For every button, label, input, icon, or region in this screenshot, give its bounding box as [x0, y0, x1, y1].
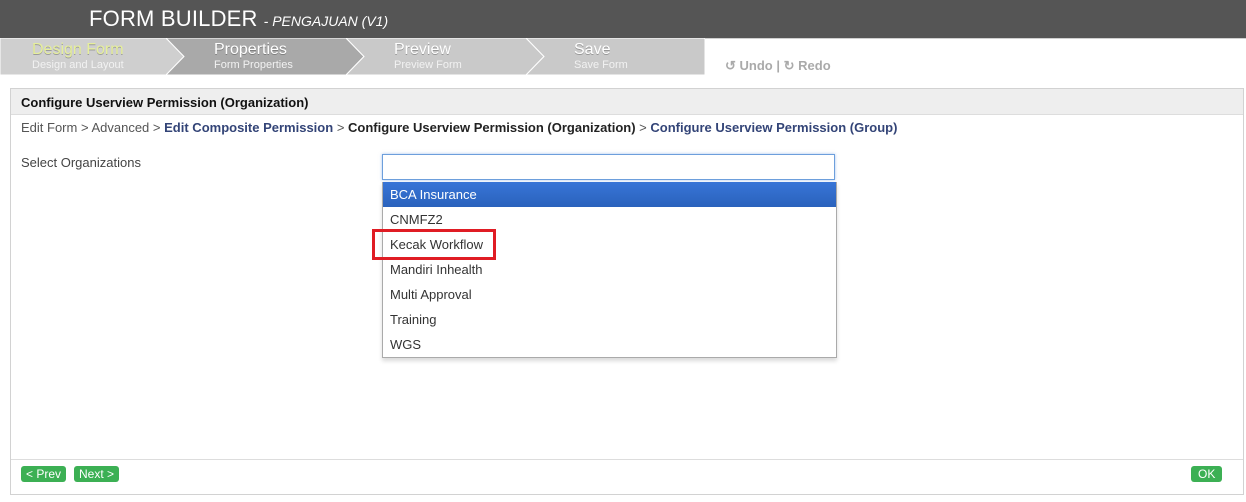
redo-icon: ↻: [783, 58, 795, 73]
select-organizations-label: Select Organizations: [21, 155, 141, 170]
breadcrumb-separator: >: [639, 120, 647, 135]
app-title: FORM BUILDER - PENGAJUAN (V1): [89, 6, 388, 32]
breadcrumb-separator: >: [152, 120, 161, 135]
undo-redo-area: ↺ Undo | ↻ Redo: [705, 38, 1246, 76]
step-properties[interactable]: Properties Form Properties: [166, 38, 366, 75]
redo-label: Redo: [798, 58, 831, 73]
undo-icon: ↺: [725, 58, 736, 73]
step-preview[interactable]: Preview Preview Form: [346, 38, 546, 75]
breadcrumb-edit-composite-permission[interactable]: Edit Composite Permission: [164, 120, 333, 135]
option-multi-approval[interactable]: Multi Approval: [383, 282, 836, 307]
breadcrumb: Edit Form > Advanced > Edit Composite Pe…: [21, 120, 897, 135]
undo-label: Undo: [739, 58, 773, 73]
panel-header: Configure Userview Permission (Organizat…: [11, 89, 1243, 115]
panel-title: Configure Userview Permission (Organizat…: [21, 95, 309, 110]
option-training[interactable]: Training: [383, 307, 836, 332]
step-save[interactable]: Save Save Form: [526, 38, 705, 75]
app-subtitle: - PENGAJUAN (V1): [263, 13, 389, 29]
option-mandiri-inhealth[interactable]: Mandiri Inhealth: [383, 257, 836, 282]
prev-button[interactable]: < Prev: [21, 466, 67, 482]
organization-search-input[interactable]: [382, 154, 835, 180]
permission-panel: Configure Userview Permission (Organizat…: [10, 88, 1244, 495]
breadcrumb-configure-group[interactable]: Configure Userview Permission (Group): [650, 120, 897, 135]
step-design-form-sub: Design and Layout: [32, 59, 124, 71]
organization-dropdown[interactable]: BCA Insurance CNMFZ2 Kecak Workflow Mand…: [382, 182, 837, 358]
step-preview-label: Preview: [394, 41, 451, 58]
undo-redo-toolbar: ↺ Undo | ↻ Redo: [725, 58, 831, 74]
breadcrumb-separator: >: [80, 120, 89, 135]
next-button[interactable]: Next >: [74, 466, 120, 482]
breadcrumb-edit-form[interactable]: Edit Form: [21, 120, 77, 135]
wizard-steps: Design Form Design and Layout Properties…: [0, 38, 705, 75]
undo-redo-separator: |: [776, 58, 781, 73]
step-design-form-label: Design Form: [32, 41, 124, 58]
step-save-sub: Save Form: [574, 59, 628, 71]
redo-button[interactable]: ↻ Redo: [784, 58, 831, 73]
breadcrumb-advanced[interactable]: Advanced: [91, 120, 149, 135]
step-design-form[interactable]: Design Form Design and Layout: [0, 38, 185, 75]
highlight-annotation-box: [372, 229, 496, 260]
panel-footer: < Prev Next > OK: [11, 459, 1243, 495]
step-save-label: Save: [574, 41, 611, 58]
breadcrumb-separator: >: [336, 120, 345, 135]
option-wgs[interactable]: WGS: [383, 332, 836, 357]
option-bca-insurance[interactable]: BCA Insurance: [383, 182, 836, 207]
top-bar: FORM BUILDER - PENGAJUAN (V1): [0, 0, 1246, 38]
step-properties-sub: Form Properties: [214, 59, 293, 71]
step-properties-label: Properties: [214, 41, 287, 58]
breadcrumb-current-organization: Configure Userview Permission (Organizat…: [348, 120, 636, 135]
undo-button[interactable]: ↺ Undo: [725, 58, 773, 73]
app-title-text: FORM BUILDER: [89, 6, 258, 31]
step-preview-sub: Preview Form: [394, 59, 462, 71]
ok-button[interactable]: OK: [1191, 466, 1223, 482]
